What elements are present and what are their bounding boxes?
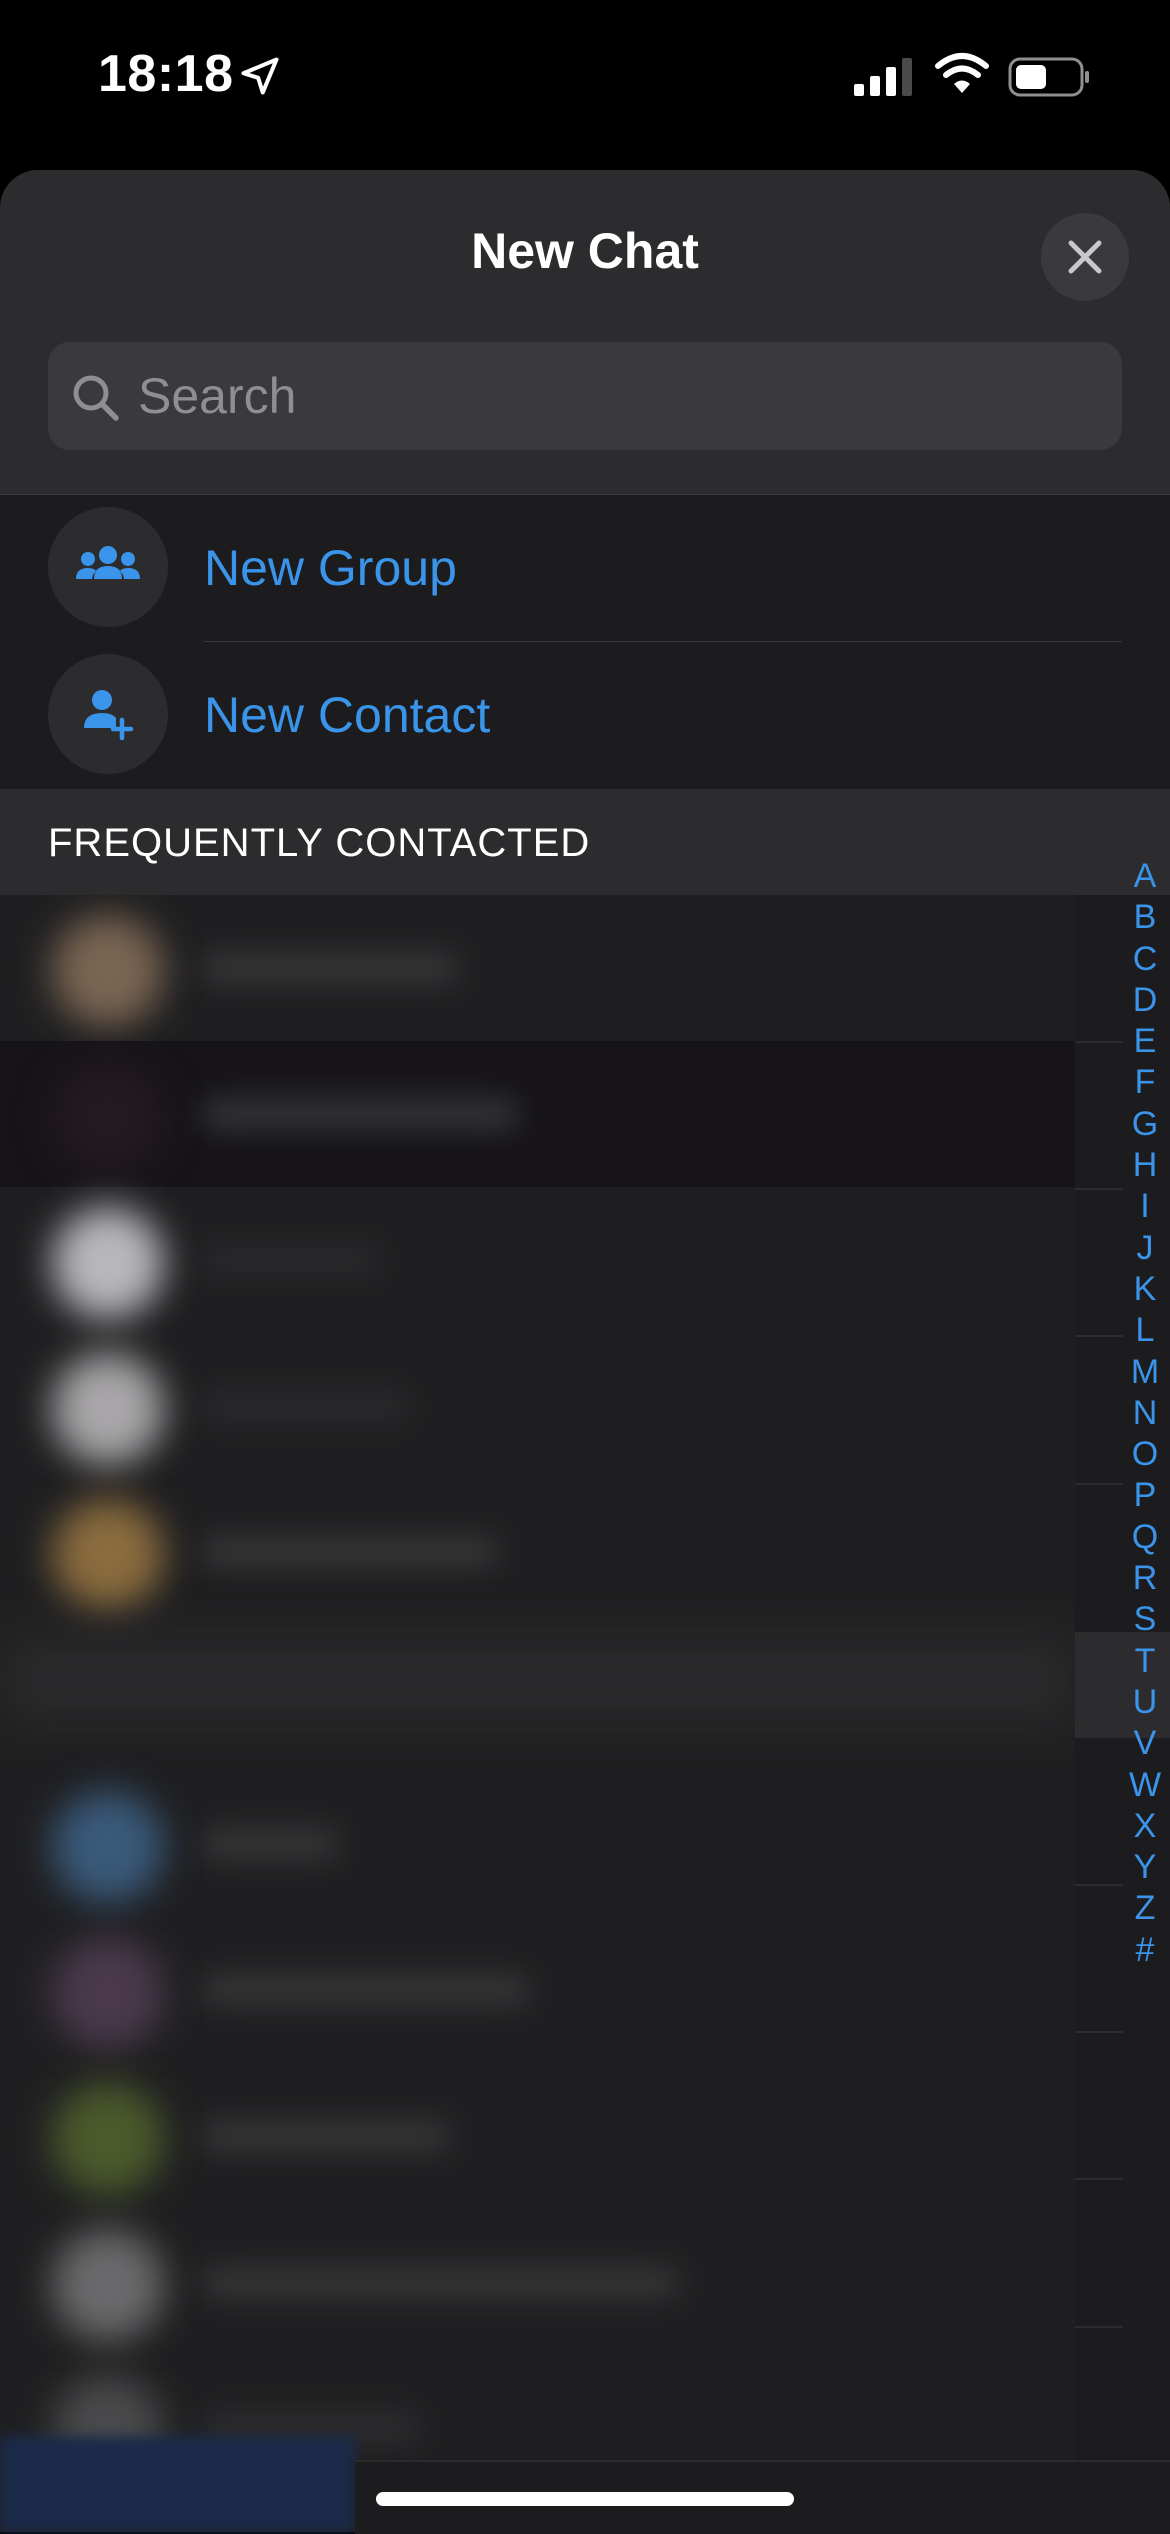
section-title: FREQUENTLY CONTACTED	[48, 821, 591, 865]
list-item[interactable]	[0, 2209, 1075, 2355]
index-letter[interactable]: X	[1134, 1806, 1157, 1847]
index-letter[interactable]: P	[1134, 1475, 1157, 1516]
index-letter[interactable]: Z	[1135, 1888, 1156, 1929]
avatar	[52, 1353, 164, 1465]
index-letter[interactable]: Y	[1134, 1847, 1157, 1888]
avatar	[52, 1791, 164, 1903]
index-letter[interactable]: D	[1133, 980, 1158, 1021]
new-contact-icon-circle	[48, 654, 168, 774]
avatar	[52, 915, 164, 1027]
list-item[interactable]	[0, 1771, 1075, 1917]
index-letter[interactable]: T	[1135, 1641, 1156, 1682]
index-letter[interactable]: S	[1134, 1599, 1157, 1640]
list-item[interactable]	[0, 1041, 1075, 1187]
home-indicator[interactable]	[376, 2492, 794, 2506]
contact-name-blurred	[200, 2119, 450, 2153]
new-contact-label: New Contact	[204, 687, 491, 743]
search-input[interactable]	[138, 342, 1098, 450]
avatar	[52, 1937, 164, 2049]
contact-name-blurred	[200, 1389, 410, 1423]
status-bar: 18:18	[0, 0, 1170, 170]
contact-name-blurred	[200, 951, 460, 985]
index-letter[interactable]: H	[1133, 1145, 1158, 1186]
contact-name-blurred	[200, 1973, 530, 2007]
list-item[interactable]	[0, 1333, 1075, 1479]
row-separator	[1075, 2326, 1123, 2328]
contact-name-blurred	[200, 1097, 520, 1131]
avatar	[52, 1499, 164, 1611]
index-letter[interactable]: F	[1135, 1062, 1156, 1103]
index-letter[interactable]: #	[1136, 1930, 1155, 1971]
contact-name-blurred	[200, 1827, 340, 1861]
battery-icon	[1008, 57, 1089, 97]
index-letter[interactable]: U	[1133, 1682, 1158, 1723]
wifi-icon	[935, 53, 989, 93]
search-bar[interactable]	[48, 342, 1122, 450]
avatar	[52, 1061, 164, 1173]
index-letter[interactable]: Q	[1132, 1517, 1158, 1558]
index-letter[interactable]: V	[1134, 1723, 1157, 1764]
avatar	[52, 2229, 164, 2341]
new-chat-sheet: New Chat New Group	[0, 170, 1170, 2532]
close-icon	[1068, 240, 1102, 274]
index-letter[interactable]: J	[1137, 1228, 1154, 1269]
list-item[interactable]	[0, 2063, 1075, 2209]
cellular-signal-icon	[854, 58, 912, 96]
index-letter[interactable]: A	[1134, 856, 1157, 897]
new-group-label: New Group	[204, 540, 457, 596]
list-item[interactable]	[0, 1187, 1075, 1333]
row-separator	[1075, 2178, 1123, 2180]
list-item[interactable]	[0, 1917, 1075, 2063]
blurred-band	[0, 1635, 1075, 1725]
list-item[interactable]	[0, 1479, 1075, 1625]
index-letter[interactable]: I	[1140, 1186, 1149, 1227]
row-separator	[1075, 2031, 1123, 2033]
add-contact-icon	[84, 690, 134, 741]
index-letter[interactable]: G	[1132, 1104, 1158, 1145]
avatar	[52, 1207, 164, 1319]
contacts-list	[0, 895, 1075, 2532]
blurred-avatar-bottom	[0, 2436, 355, 2532]
contact-name-blurred	[200, 1535, 500, 1569]
location-arrow-icon	[241, 57, 279, 95]
section-header: FREQUENTLY CONTACTED	[0, 789, 1170, 895]
index-letter[interactable]: E	[1134, 1021, 1157, 1062]
sheet-header: New Chat	[0, 170, 1170, 495]
index-letter[interactable]: R	[1133, 1558, 1158, 1599]
list-item[interactable]	[0, 895, 1075, 1041]
alphabet-index[interactable]: A B C D E F G H I J K L M N O P Q R S T U V W X Y Z #	[1110, 856, 1170, 1971]
avatar	[52, 2083, 164, 2195]
sheet-title: New Chat	[471, 223, 699, 279]
contact-name-blurred	[200, 2265, 680, 2299]
index-letter[interactable]: C	[1133, 939, 1158, 980]
index-letter[interactable]: K	[1134, 1269, 1157, 1310]
index-letter[interactable]: M	[1131, 1352, 1159, 1393]
group-icon	[76, 546, 140, 579]
close-button[interactable]	[1041, 213, 1129, 301]
index-letter[interactable]: B	[1134, 897, 1157, 938]
new-group-row[interactable]: New Group	[0, 495, 1170, 641]
contact-name-blurred	[200, 1243, 380, 1277]
index-letter[interactable]: N	[1133, 1393, 1158, 1434]
index-letter[interactable]: O	[1132, 1434, 1158, 1475]
status-time: 18:18	[98, 45, 234, 103]
search-icon	[73, 375, 119, 421]
new-contact-row[interactable]: New Contact	[0, 642, 1170, 788]
index-letter[interactable]: L	[1136, 1310, 1155, 1351]
index-letter[interactable]: W	[1129, 1765, 1161, 1806]
new-group-icon-circle	[48, 507, 168, 627]
